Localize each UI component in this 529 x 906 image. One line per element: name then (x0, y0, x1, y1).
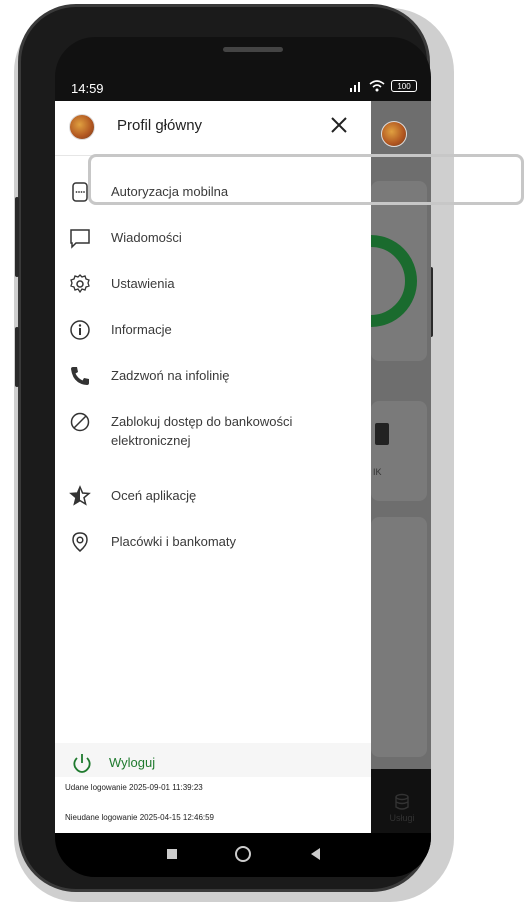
menu-item-settings[interactable]: Ustawienia (55, 273, 371, 303)
phone-frame: 14:59 100 IK Profil główny Autoryzacja m… (15, 4, 433, 892)
gear-icon (70, 274, 90, 294)
tab-services[interactable]: Usługi (373, 789, 431, 829)
block-icon (70, 412, 90, 432)
menu-item-branches-atms[interactable]: Placówki i bankomaty (55, 531, 371, 561)
menu-item-label: Ustawienia (111, 276, 175, 291)
blik-label: IK (373, 467, 382, 477)
battery-icon: 100 (391, 80, 417, 92)
menu-item-label: Wiadomości (111, 230, 182, 245)
close-button[interactable] (325, 111, 353, 139)
side-button-left (15, 327, 19, 387)
login-info-panel: Udane logowanie 2025-09-01 11:39:23 Nieu… (55, 777, 371, 833)
status-bar: 14:59 100 (55, 77, 431, 99)
recent-apps-button[interactable] (167, 849, 177, 859)
blik-icon (375, 423, 389, 445)
profile-title: Profil główny (117, 117, 203, 134)
avatar[interactable] (69, 114, 95, 140)
menu-item-label: Placówki i bankomaty (111, 534, 236, 549)
tab-services-label: Usługi (389, 813, 415, 823)
drawer-header: Profil główny (55, 101, 371, 151)
menu-item-block-access[interactable]: Zablokuj dostęp do bankowości elektronic… (55, 411, 371, 459)
database-icon (395, 793, 409, 810)
menu-item-rate-app[interactable]: Oceń aplikację (55, 485, 371, 515)
message-icon (70, 229, 90, 249)
menu-item-label: Oceń aplikację (111, 488, 197, 503)
logout-label: Wyloguj (109, 755, 156, 770)
signal-icon (350, 82, 360, 92)
wifi-icon (369, 80, 385, 92)
login-success-text: Udane logowanie 2025-09-01 11:39:23 (65, 783, 203, 792)
login-failed-text: Nieudane logowanie 2025-04-15 12:46:59 (65, 813, 215, 822)
status-time: 14:59 (71, 81, 104, 96)
chart-ring-icon (371, 235, 417, 327)
background-avatar (381, 121, 407, 147)
background-card-blik: IK (371, 401, 427, 501)
status-icons: 100 (349, 80, 417, 92)
phone-icon (71, 367, 89, 385)
home-button[interactable] (235, 846, 251, 862)
menu-item-call-hotline[interactable]: Zadzwoń na infolinię (55, 365, 371, 395)
menu-item-label: Informacje (111, 322, 172, 337)
menu-item-label: Zadzwoń na infolinię (111, 368, 230, 383)
back-button[interactable] (309, 847, 321, 861)
menu-item-information[interactable]: Informacje (55, 319, 371, 349)
background-card-balance (371, 181, 427, 361)
menu-item-label: Zablokuj dostęp do bankowości elektronic… (111, 414, 293, 448)
star-icon (69, 485, 91, 506)
highlight-box (88, 154, 524, 205)
background-card-list (371, 517, 427, 757)
menu-item-messages[interactable]: Wiadomości (55, 227, 371, 257)
system-navigation-bar (55, 833, 431, 877)
speaker (223, 47, 283, 52)
power-icon (73, 754, 91, 773)
info-icon (70, 320, 90, 340)
close-icon (331, 117, 347, 133)
location-icon (72, 532, 88, 552)
volume-button (15, 197, 19, 277)
